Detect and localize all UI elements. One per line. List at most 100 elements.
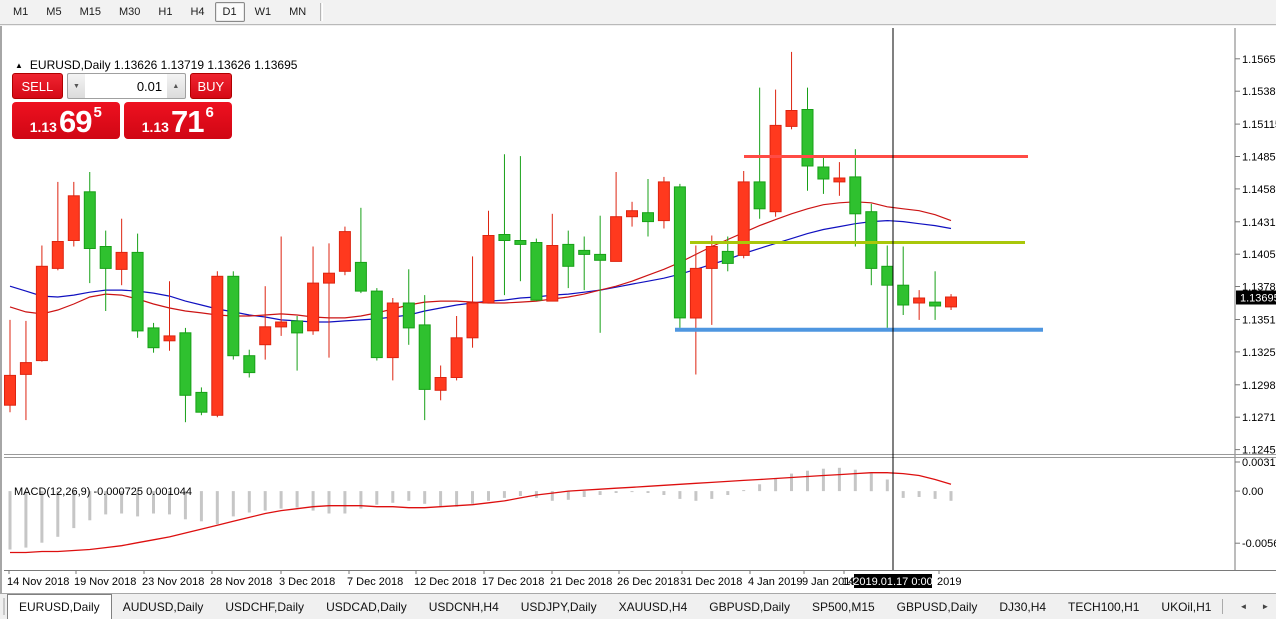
current-price-tag-text: 1.13695: [1240, 293, 1276, 305]
chart-title: ▲ EURUSD,Daily 1.13626 1.13719 1.13626 1.…: [15, 58, 297, 72]
symbol-tab-bar: EURUSD,DailyAUDUSD,DailyUSDCHF,DailyUSDC…: [0, 593, 1276, 619]
buy-price-sup: 6: [205, 104, 213, 121]
candle-bearish: [770, 125, 781, 211]
timeframe-button-d1[interactable]: D1: [215, 2, 245, 22]
volume-decrease-button[interactable]: ▼: [67, 73, 85, 99]
buy-price-big: 71: [171, 108, 203, 136]
candle-bearish: [20, 363, 31, 375]
macd-histogram-bar: [678, 491, 681, 499]
macd-histogram-bar: [710, 491, 713, 499]
macd-histogram-bar: [519, 491, 522, 496]
price-axis-label: 1.15650: [1242, 54, 1276, 66]
date-axis-label: 14 Nov 2018: [7, 576, 69, 588]
date-axis-label: 7 Dec 2018: [347, 576, 403, 588]
candle-bearish: [658, 182, 669, 221]
timeframe-button-h4[interactable]: H4: [182, 2, 212, 22]
volume-increase-button[interactable]: ▲: [167, 73, 185, 99]
tab-gbpusd-daily[interactable]: GBPUSD,Daily: [698, 594, 801, 619]
tab-usdjpy-daily[interactable]: USDJPY,Daily: [510, 594, 608, 619]
macd-histogram-bar: [822, 469, 825, 491]
tab-eurusd-daily[interactable]: EURUSD,Daily: [7, 594, 112, 619]
tab-scroll-controls: ◄►: [1222, 594, 1276, 619]
tab-tech100-h1[interactable]: TECH100,H1: [1057, 594, 1150, 619]
candle-bullish: [754, 182, 765, 209]
candle-bearish: [260, 327, 271, 345]
macd-histogram-bar: [407, 491, 410, 501]
price-axis-label: 1.14850: [1242, 152, 1276, 164]
tab-gbpusd-daily[interactable]: GBPUSD,Daily: [886, 594, 989, 619]
timeframe-button-m30[interactable]: M30: [111, 2, 148, 22]
tab-usdchf-daily[interactable]: USDCHF,Daily: [214, 594, 315, 619]
timeframe-button-m1[interactable]: M1: [5, 2, 36, 22]
candle-bullish: [419, 325, 430, 390]
ma-blue-line: [10, 221, 951, 322]
candle-bullish: [84, 192, 95, 249]
candle-bearish: [5, 375, 16, 405]
sell-price-panel[interactable]: 1.13 69 5: [12, 102, 120, 139]
timeframe-toolbar: M1M5M15M30H1H4D1W1MN: [0, 0, 1276, 25]
price-axis-label: 1.13515: [1242, 315, 1276, 327]
price-axis-label: 1.14050: [1242, 249, 1276, 261]
candle-bearish: [611, 217, 622, 262]
chart-title-text: EURUSD,Daily 1.13626 1.13719 1.13626 1.1…: [30, 58, 298, 72]
date-axis-label: 2019: [937, 576, 961, 588]
candle-bearish: [706, 247, 717, 269]
macd-indicator-label: MACD(12,26,9) -0.000725 0.001044: [14, 486, 192, 498]
buy-price-prefix: 1.13: [142, 119, 169, 135]
macd-histogram-bar: [886, 480, 889, 492]
candle-bearish: [786, 111, 797, 127]
tab-dj30-h4[interactable]: DJ30,H4: [988, 594, 1057, 619]
macd-histogram-bar: [200, 491, 203, 521]
candle-bullish: [866, 212, 877, 269]
candle-bearish: [738, 182, 749, 256]
chart-region[interactable]: 1.156501.153851.151151.148501.145851.143…: [0, 26, 1276, 593]
tab-scroll-right-icon[interactable]: ►: [1254, 598, 1276, 615]
candle-bullish: [674, 187, 685, 318]
candle-bearish: [547, 246, 558, 302]
macd-histogram-bar: [806, 471, 809, 492]
candle-bullish: [643, 213, 654, 222]
sell-price-prefix: 1.13: [30, 119, 57, 135]
timeframe-button-m15[interactable]: M15: [72, 2, 109, 22]
candle-bearish: [914, 298, 925, 303]
sell-button[interactable]: SELL: [12, 73, 63, 99]
candle-bearish: [164, 336, 175, 341]
candle-bullish: [100, 247, 111, 269]
tab-usdcad-daily[interactable]: USDCAD,Daily: [315, 594, 418, 619]
candle-bullish: [180, 333, 191, 396]
macd-histogram-bar: [471, 491, 474, 504]
candle-bullish: [499, 235, 510, 241]
timeframe-button-mn[interactable]: MN: [281, 2, 314, 22]
buy-button[interactable]: BUY: [190, 73, 232, 99]
macd-histogram-bar: [838, 468, 841, 491]
candle-bearish: [276, 322, 287, 327]
timeframe-button-m5[interactable]: M5: [38, 2, 69, 22]
macd-signal-line: [10, 473, 951, 553]
candle-bullish: [228, 276, 239, 355]
candle-bullish: [930, 302, 941, 306]
candle-bullish: [148, 328, 159, 348]
timeframe-button-h1[interactable]: H1: [150, 2, 180, 22]
candle-bullish: [403, 303, 414, 328]
tab-sp500-m15[interactable]: SP500,M15: [801, 594, 886, 619]
candle-bullish: [882, 266, 893, 285]
macd-histogram-bar: [264, 491, 267, 511]
tab-ukoil-h1[interactable]: UKOil,H1: [1150, 594, 1222, 619]
volume-input[interactable]: [85, 73, 167, 99]
macd-histogram-bar: [599, 491, 602, 495]
candle-bullish: [579, 250, 590, 254]
candle-bullish: [515, 241, 526, 245]
candle-bullish: [595, 254, 606, 260]
date-axis-label: 19 Nov 2018: [74, 576, 136, 588]
candle-bullish: [196, 392, 207, 412]
candle-bullish: [563, 244, 574, 266]
collapse-panel-icon[interactable]: ▲: [15, 61, 23, 70]
buy-price-panel[interactable]: 1.13 71 6: [124, 102, 232, 139]
tab-scroll-left-icon[interactable]: ◄: [1232, 598, 1254, 615]
macd-histogram-bar: [439, 491, 442, 507]
tab-audusd-daily[interactable]: AUDUSD,Daily: [112, 594, 215, 619]
timeframe-button-w1[interactable]: W1: [247, 2, 280, 22]
macd-histogram-bar: [726, 491, 729, 495]
tab-xauusd-h4[interactable]: XAUUSD,H4: [608, 594, 699, 619]
tab-usdcnh-h4[interactable]: USDCNH,H4: [418, 594, 510, 619]
